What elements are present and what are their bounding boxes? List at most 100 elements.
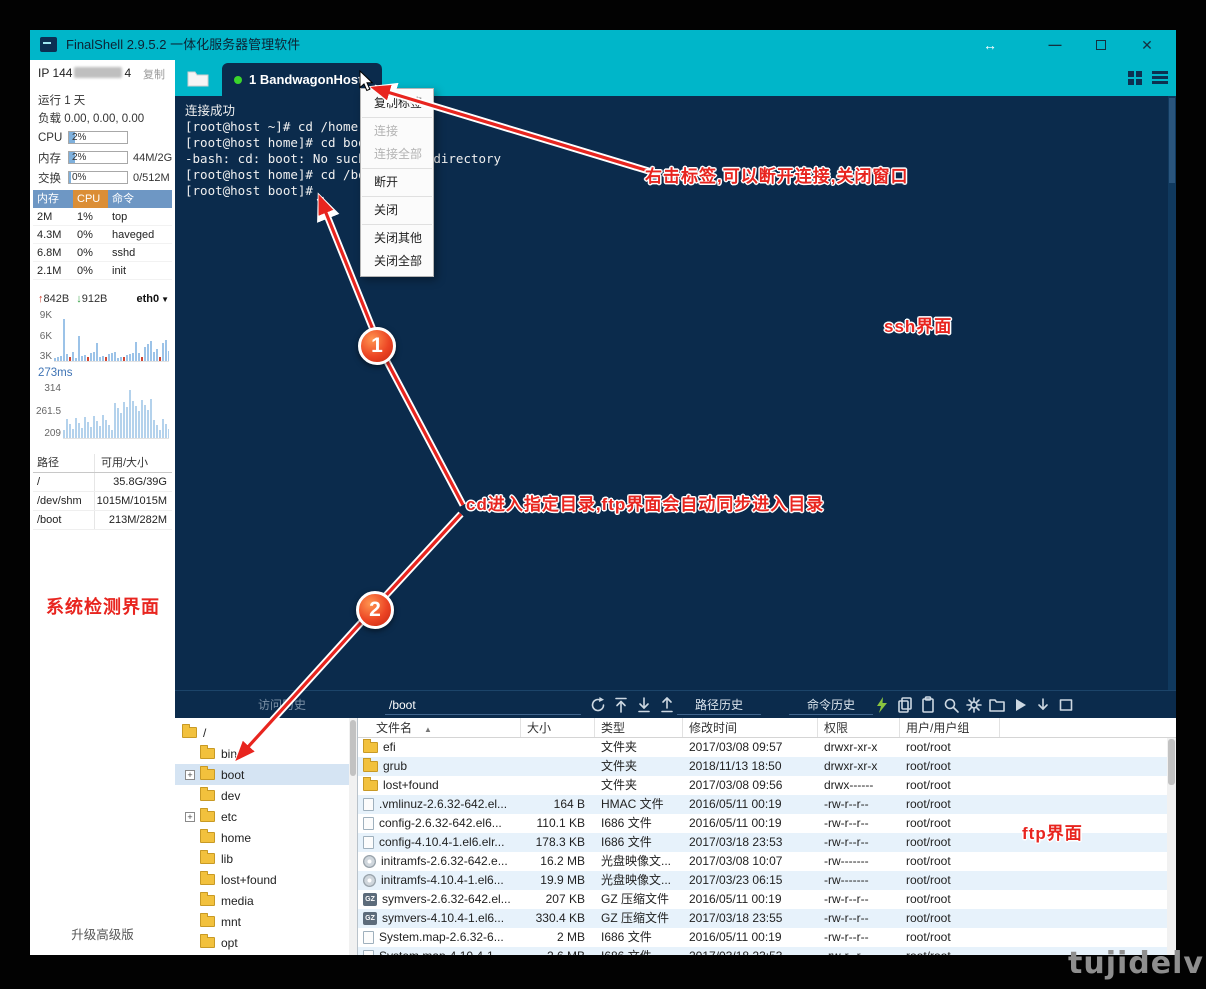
sync-arrows-icon[interactable]: ↔ — [975, 30, 1005, 60]
download-icon[interactable] — [635, 696, 653, 714]
maximize-button[interactable] — [1086, 30, 1116, 60]
path-input[interactable] — [385, 695, 581, 715]
context-menu-item[interactable]: 关闭全部 — [361, 250, 433, 273]
upload-icon[interactable] — [658, 696, 676, 714]
file-col-header-2[interactable]: 类型 — [595, 718, 683, 737]
interface-dropdown[interactable]: eth0▼ — [136, 293, 169, 305]
minimize-button[interactable]: — — [1040, 30, 1070, 60]
tree-item-label: etc — [221, 810, 237, 824]
file-row[interactable]: .vmlinuz-2.6.32-642.el...164 BHMAC 文件201… — [358, 795, 1176, 814]
file-row[interactable]: efi文件夹2017/03/08 09:57drwxr-xr-xroot/roo… — [358, 738, 1176, 757]
file-row[interactable]: GZsymvers-4.10.4-1.el6...330.4 KBGZ 压缩文件… — [358, 909, 1176, 928]
context-menu-item[interactable]: 断开 — [361, 171, 433, 194]
file-owner: root/root — [900, 757, 1000, 776]
tab-bandwagonhost[interactable]: 1 BandwagonHost — [222, 63, 382, 96]
close-button[interactable]: ✕ — [1132, 30, 1162, 60]
monitor-sidebar: IP 1444 复制 运行 1 天 负载 0.00, 0.00, 0.00 CP… — [30, 60, 175, 955]
axis-label: 9K — [36, 310, 52, 321]
scroll-thumb[interactable] — [1168, 739, 1175, 785]
menu-icon[interactable] — [1152, 71, 1168, 74]
tree-item-label: bin — [221, 747, 237, 761]
file-row[interactable]: initramfs-2.6.32-642.e...16.2 MB光盘映像文...… — [358, 852, 1176, 871]
tree-item-mnt[interactable]: mnt — [175, 911, 357, 932]
terminal-line: [root@host ~]# cd /home — [185, 119, 1176, 135]
open-connection-folder-button[interactable] — [185, 65, 211, 91]
grid-view-icon[interactable] — [1128, 71, 1134, 77]
copy-icon[interactable] — [896, 696, 914, 714]
tree-item-opt[interactable]: opt — [175, 932, 357, 953]
expand-icon[interactable]: + — [185, 770, 195, 780]
process-table-header: 内存CPU命令 — [33, 190, 172, 208]
context-menu-item[interactable]: 关闭 — [361, 199, 433, 222]
folder-icon — [200, 748, 215, 759]
file-type: HMAC 文件 — [595, 795, 683, 814]
tree-item-label: opt — [221, 936, 238, 950]
file-perm: -rw-r--r-- — [818, 795, 900, 814]
scroll-thumb[interactable] — [1169, 98, 1175, 183]
arrow-down-icon[interactable] — [1034, 696, 1052, 714]
refresh-icon[interactable] — [589, 696, 607, 714]
quick-command-icon[interactable] — [873, 696, 891, 714]
tree-scrollbar[interactable] — [349, 718, 357, 955]
file-col-header-4[interactable]: 权限 — [818, 718, 900, 737]
file-row[interactable]: System.map-2.6.32-6...2 MBI686 文件2016/05… — [358, 928, 1176, 947]
tree-item--[interactable]: / — [175, 722, 357, 743]
file-row[interactable]: lost+found文件夹2017/03/08 09:56drwx------r… — [358, 776, 1176, 795]
copy-ip-button[interactable]: 复制 — [143, 66, 165, 82]
terminal-line: 连接成功 — [185, 103, 1176, 119]
title-bar[interactable]: FinalShell 2.9.5.2 一体化服务器管理软件 ↔ — ✕ — [30, 30, 1176, 60]
disc-icon — [363, 874, 376, 887]
tree-item-bin[interactable]: bin — [175, 743, 357, 764]
command-history-dropdown[interactable]: 命令历史 — [789, 695, 873, 715]
tree-item-lost+found[interactable]: lost+found — [175, 869, 357, 890]
menu-separator — [362, 196, 432, 197]
tree-item-boot[interactable]: +boot — [175, 764, 357, 785]
gear-icon[interactable] — [965, 696, 983, 714]
file-row[interactable]: System.map-4.10.4-1...2.6 MBI686 文件2017/… — [358, 947, 1176, 955]
file-row[interactable]: grub文件夹2018/11/13 18:50drwxr-xr-xroot/ro… — [358, 757, 1176, 776]
tree-item-home[interactable]: home — [175, 827, 357, 848]
file-owner: root/root — [900, 795, 1000, 814]
cpu-bar: 2% — [68, 131, 128, 144]
file-size — [521, 776, 595, 795]
context-menu-item[interactable]: 关闭其他 — [361, 227, 433, 250]
search-icon[interactable] — [942, 696, 960, 714]
file-size — [521, 757, 595, 776]
file-table-scrollbar[interactable] — [1167, 738, 1176, 955]
file-row[interactable]: GZsymvers-2.6.32-642.el...207 KBGZ 压缩文件2… — [358, 890, 1176, 909]
context-menu-item[interactable]: 复制标签 — [361, 92, 433, 115]
file-col-header-0[interactable]: 文件名▲ — [358, 718, 521, 737]
file-owner: root/root — [900, 833, 1000, 852]
file-col-header-5[interactable]: 用户/用户组 — [900, 718, 1000, 737]
tree-item-media[interactable]: media — [175, 890, 357, 911]
disk-row: /boot213M/282M — [33, 511, 172, 530]
file-col-header-3[interactable]: 修改时间 — [683, 718, 818, 737]
upgrade-link[interactable]: 升级高级版 — [30, 924, 175, 943]
tree-item-lib[interactable]: lib — [175, 848, 357, 869]
terminal-scrollbar[interactable] — [1168, 96, 1176, 690]
step-1-badge: 1 — [358, 327, 396, 365]
expand-icon[interactable]: + — [185, 812, 195, 822]
path-history-dropdown[interactable]: 路径历史 — [677, 695, 761, 715]
tree-item-label: / — [203, 726, 206, 740]
file-type: GZ 压缩文件 — [595, 909, 683, 928]
scroll-thumb[interactable] — [350, 720, 356, 776]
up-directory-icon[interactable] — [612, 696, 630, 714]
open-folder-icon[interactable] — [988, 696, 1006, 714]
ping-value: 273ms — [38, 367, 73, 379]
watermark: tujidelv — [1068, 946, 1204, 981]
file-perm: -rw-r--r-- — [818, 833, 900, 852]
run-icon[interactable] — [1011, 696, 1029, 714]
file-col-header-1[interactable]: 大小 — [521, 718, 595, 737]
window-icon[interactable] — [1057, 696, 1075, 714]
file-name-cell: System.map-4.10.4-1... — [358, 947, 521, 955]
file-name: System.map-4.10.4-1... — [379, 947, 504, 955]
file-row[interactable]: initramfs-4.10.4-1.el6...19.9 MB光盘映像文...… — [358, 871, 1176, 890]
file-name: symvers-4.10.4-1.el6... — [382, 909, 504, 928]
process-row: 4.3M0%haveged — [33, 226, 172, 244]
tree-item-etc[interactable]: + etc — [175, 806, 357, 827]
paste-icon[interactable] — [919, 696, 937, 714]
file-perm: drwxr-xr-x — [818, 738, 900, 757]
access-history-label[interactable]: 访问历史 — [258, 691, 306, 719]
tree-item-dev[interactable]: dev — [175, 785, 357, 806]
